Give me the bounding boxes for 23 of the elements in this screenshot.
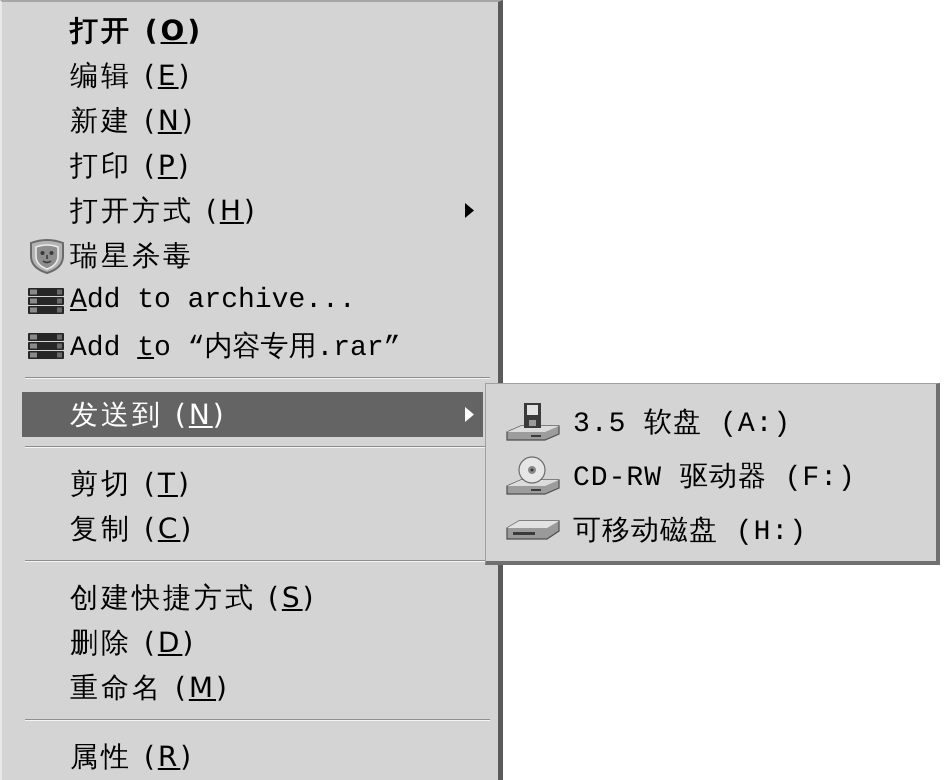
menu-item[interactable]: Add to archive... bbox=[22, 278, 483, 323]
submenu-item[interactable]: CD-RW 驱动器 (F:) bbox=[486, 449, 936, 503]
menu-item[interactable]: 发送到 (N) bbox=[22, 392, 483, 437]
submenu-item[interactable]: 3.5 软盘 (A:) bbox=[486, 395, 936, 449]
book-stack-icon bbox=[28, 288, 64, 314]
menu-item[interactable]: 重命名 (M) bbox=[22, 665, 483, 710]
shield-icon bbox=[28, 238, 66, 274]
menu-item[interactable]: 复制 (C) bbox=[22, 506, 483, 551]
menu-item[interactable]: 剪切 (T) bbox=[22, 461, 483, 506]
menu-item[interactable]: Add to “内容专用.rar” bbox=[22, 323, 483, 368]
menu-item[interactable]: 打开 (O) bbox=[22, 8, 483, 53]
menu-item[interactable]: 创建快捷方式 (S) bbox=[22, 575, 483, 620]
menu-item[interactable]: 编辑 (E) bbox=[22, 53, 483, 98]
submenu-item[interactable]: 可移动磁盘 (H:) bbox=[486, 503, 936, 557]
menu-item[interactable]: 瑞星杀毒 bbox=[22, 233, 483, 278]
menu-item[interactable]: 删除 (D) bbox=[22, 620, 483, 665]
menu-item[interactable]: 打开方式 (H) bbox=[22, 188, 483, 233]
menu-item[interactable]: 打印 (P) bbox=[22, 143, 483, 188]
menu-item[interactable]: 属性 (R) bbox=[22, 734, 483, 779]
menu-item[interactable]: 新建 (N) bbox=[22, 98, 483, 143]
book-stack-icon bbox=[28, 332, 64, 358]
cd-drive-icon bbox=[505, 456, 561, 496]
floppy-drive-icon bbox=[505, 402, 561, 442]
